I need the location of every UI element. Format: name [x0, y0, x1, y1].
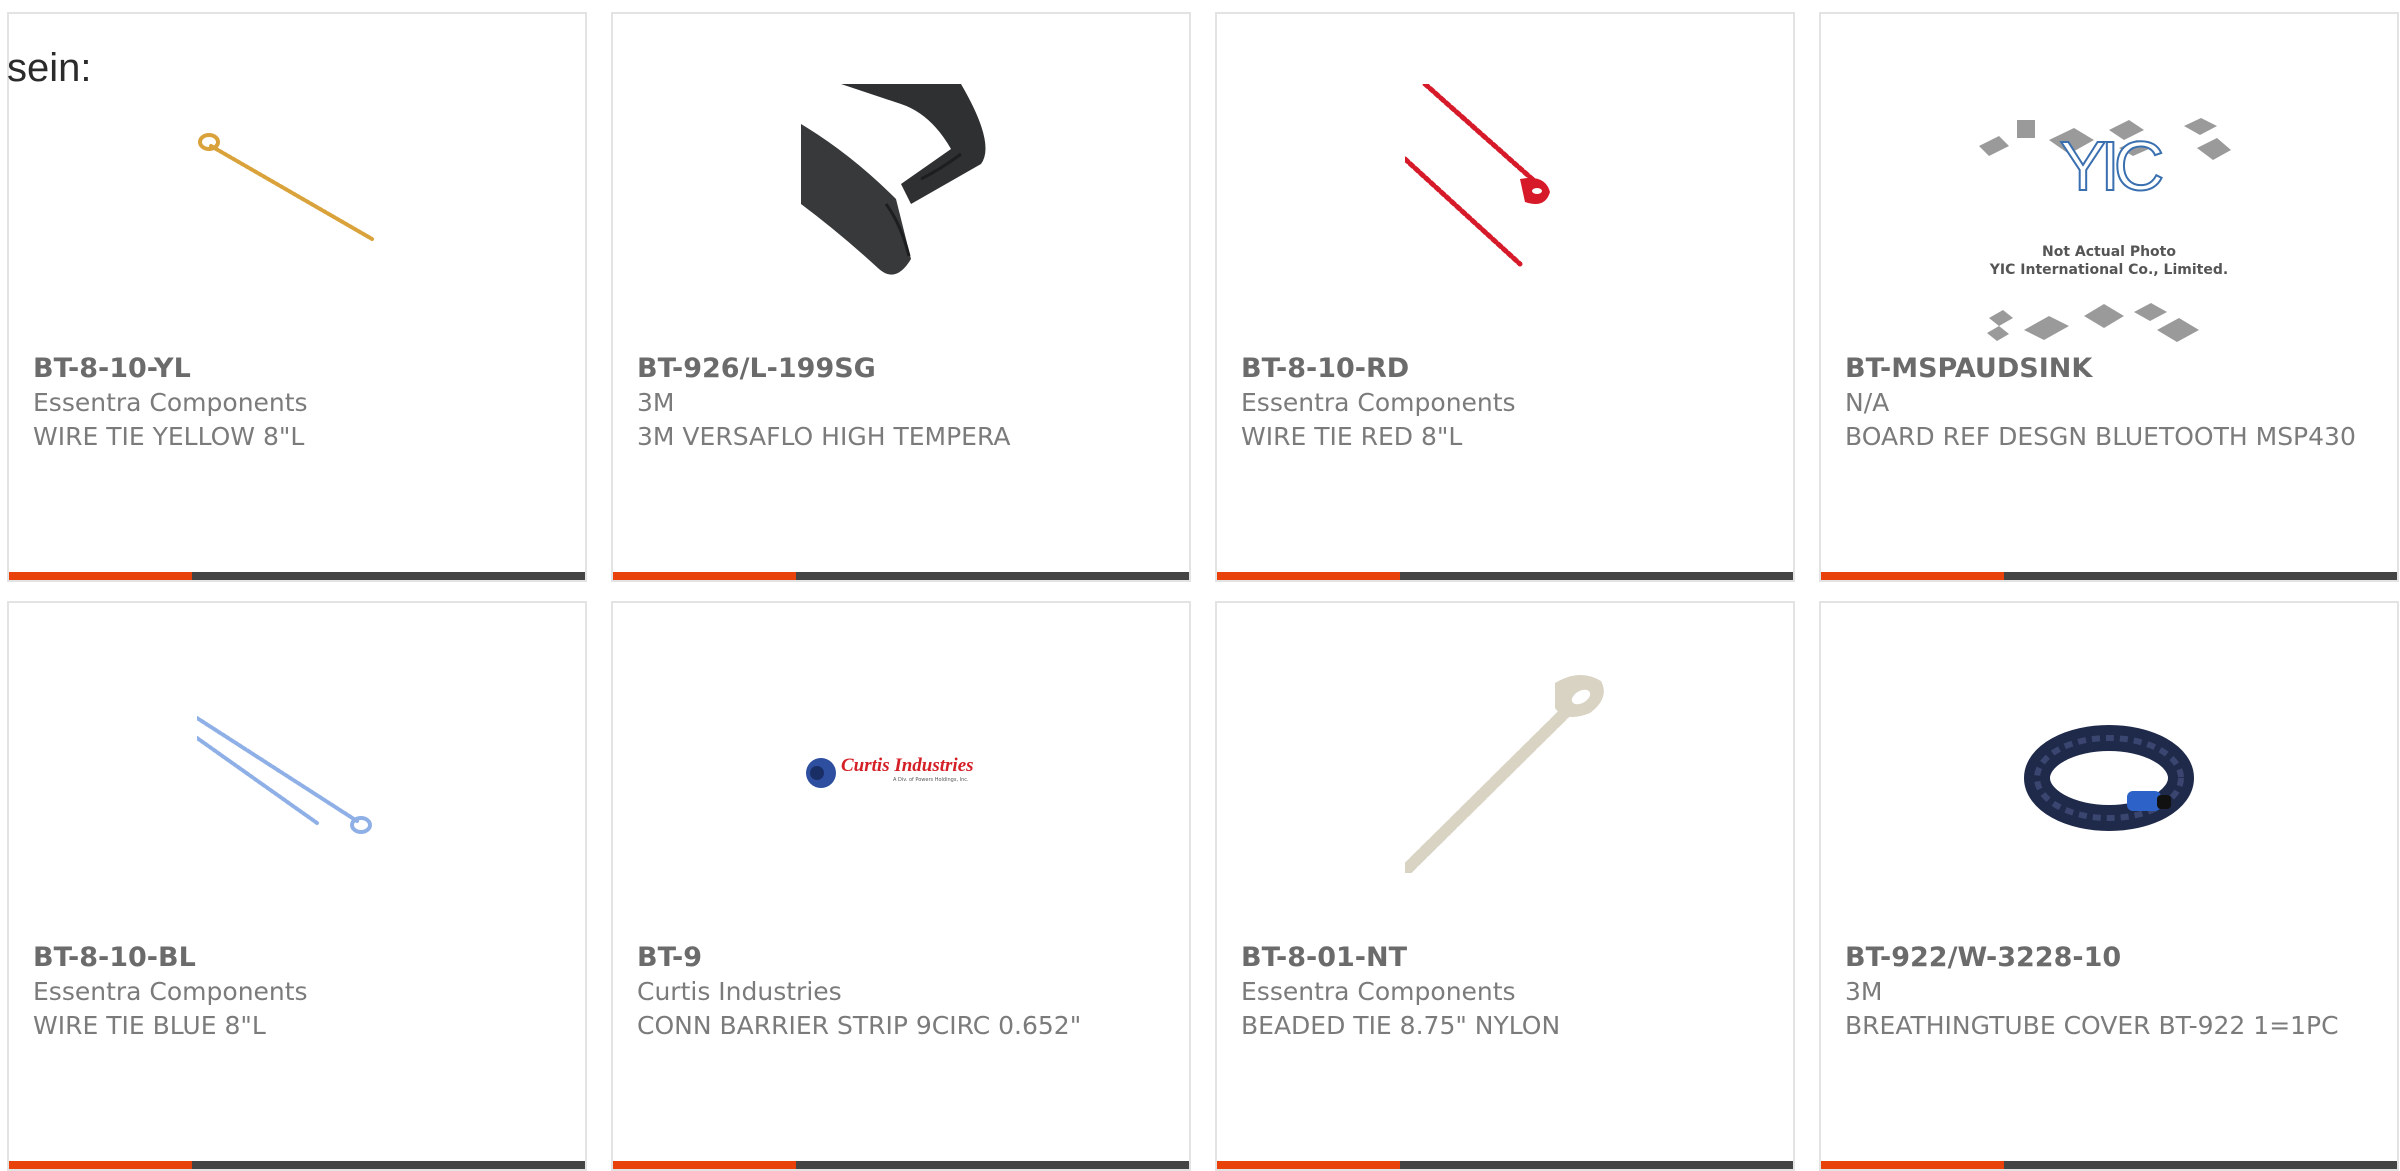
placeholder-line-1: Not Actual Photo: [2042, 244, 2176, 260]
part-number[interactable]: BT-MSPAUDSINK: [1845, 352, 2373, 386]
card-footer-bar: [1217, 1161, 1793, 1169]
card-footer-bar: [613, 572, 1189, 580]
part-number[interactable]: BT-8-10-RD: [1241, 352, 1769, 386]
manufacturer: Essentra Components: [1241, 388, 1516, 417]
product-info: BT-8-10-YL Essentra Components WIRE TIE …: [33, 352, 561, 454]
card-footer-bar: [1821, 572, 2397, 580]
red-wire-tie-image: [1405, 84, 1605, 284]
description: BOARD REF DESGN BLUETOOTH MSP430: [1845, 422, 2356, 451]
part-number[interactable]: BT-9: [637, 941, 1165, 975]
product-card[interactable]: BT-8-10-RD Essentra Components WIRE TIE …: [1215, 12, 1795, 582]
product-grid: BT-8-10-YL Essentra Components WIRE TIE …: [7, 12, 2399, 1171]
blue-wire-tie-image: [197, 673, 397, 873]
description: 3M VERSAFLO HIGH TEMPERA: [637, 422, 1011, 451]
manufacturer: Essentra Components: [1241, 977, 1516, 1006]
part-number[interactable]: BT-8-01-NT: [1241, 941, 1769, 975]
card-footer-accent: [1217, 1161, 1400, 1169]
card-footer-bar: [1821, 1161, 2397, 1169]
card-footer-bar: [9, 1161, 585, 1169]
not-actual-photo-placeholder-image: YIC Not Actual Photo YIC International C…: [1969, 108, 2249, 358]
part-number[interactable]: BT-8-10-BL: [33, 941, 561, 975]
product-info: BT-8-10-BL Essentra Components WIRE TIE …: [33, 941, 561, 1043]
manufacturer: N/A: [1845, 388, 1890, 417]
product-card[interactable]: BT-926/L-199SG 3M 3M VERSAFLO HIGH TEMPE…: [611, 12, 1191, 582]
card-footer-accent: [1821, 572, 2004, 580]
manufacturer: 3M: [637, 388, 675, 417]
part-number[interactable]: BT-926/L-199SG: [637, 352, 1165, 386]
description: WIRE TIE RED 8"L: [1241, 422, 1463, 451]
product-info: BT-8-01-NT Essentra Components BEADED TI…: [1241, 941, 1769, 1043]
card-footer-bar: [1217, 572, 1793, 580]
yic-logo: YIC: [2060, 127, 2162, 205]
card-footer-accent: [1217, 572, 1400, 580]
product-info: BT-8-10-RD Essentra Components WIRE TIE …: [1241, 352, 1769, 454]
description: BEADED TIE 8.75" NYLON: [1241, 1011, 1561, 1040]
product-info: BT-MSPAUDSINK N/A BOARD REF DESGN BLUETO…: [1845, 352, 2373, 454]
product-card[interactable]: BT-922/W-3228-10 3M BREATHINGTUBE COVER …: [1819, 601, 2399, 1171]
description: WIRE TIE BLUE 8"L: [33, 1011, 266, 1040]
card-footer-accent: [9, 572, 192, 580]
product-card[interactable]: YIC Not Actual Photo YIC International C…: [1819, 12, 2399, 582]
manufacturer: 3M: [1845, 977, 1883, 1006]
curtis-logo-text: Curtis Industries: [841, 755, 974, 776]
description: BREATHINGTUBE COVER BT-922 1=1PC: [1845, 1011, 2339, 1040]
manufacturer: Curtis Industries: [637, 977, 842, 1006]
card-footer-accent: [613, 572, 796, 580]
product-card[interactable]: BT-8-10-YL Essentra Components WIRE TIE …: [7, 12, 587, 582]
part-number[interactable]: BT-8-10-YL: [33, 352, 561, 386]
description: WIRE TIE YELLOW 8"L: [33, 422, 305, 451]
curtis-industries-logo-image: Curtis Industries A Div. of Powers Holdi…: [801, 673, 1001, 873]
natural-beaded-tie-image: [1405, 673, 1605, 873]
product-info: BT-922/W-3228-10 3M BREATHINGTUBE COVER …: [1845, 941, 2373, 1043]
manufacturer: Essentra Components: [33, 977, 308, 1006]
product-info: BT-9 Curtis Industries CONN BARRIER STRI…: [637, 941, 1165, 1043]
product-info: BT-926/L-199SG 3M 3M VERSAFLO HIGH TEMPE…: [637, 352, 1165, 454]
yellow-wire-tie-image: [197, 84, 397, 284]
card-footer-bar: [9, 572, 585, 580]
card-footer-bar: [613, 1161, 1189, 1169]
part-number[interactable]: BT-922/W-3228-10: [1845, 941, 2373, 975]
product-card[interactable]: BT-8-01-NT Essentra Components BEADED TI…: [1215, 601, 1795, 1171]
page-heading: sein:: [7, 46, 92, 90]
manufacturer: Essentra Components: [33, 388, 308, 417]
description: CONN BARRIER STRIP 9CIRC 0.652": [637, 1011, 1082, 1040]
card-footer-accent: [1821, 1161, 2004, 1169]
black-sleeve-cover-image: [801, 84, 1001, 284]
card-footer-accent: [9, 1161, 192, 1169]
curtis-logo-subtext: A Div. of Powers Holdings, Inc.: [893, 777, 969, 783]
breathing-tube-cover-image: [2009, 673, 2209, 873]
product-card[interactable]: Curtis Industries A Div. of Powers Holdi…: [611, 601, 1191, 1171]
card-footer-accent: [613, 1161, 796, 1169]
product-card[interactable]: BT-8-10-BL Essentra Components WIRE TIE …: [7, 601, 587, 1171]
placeholder-line-2: YIC International Co., Limited.: [1989, 262, 2228, 278]
